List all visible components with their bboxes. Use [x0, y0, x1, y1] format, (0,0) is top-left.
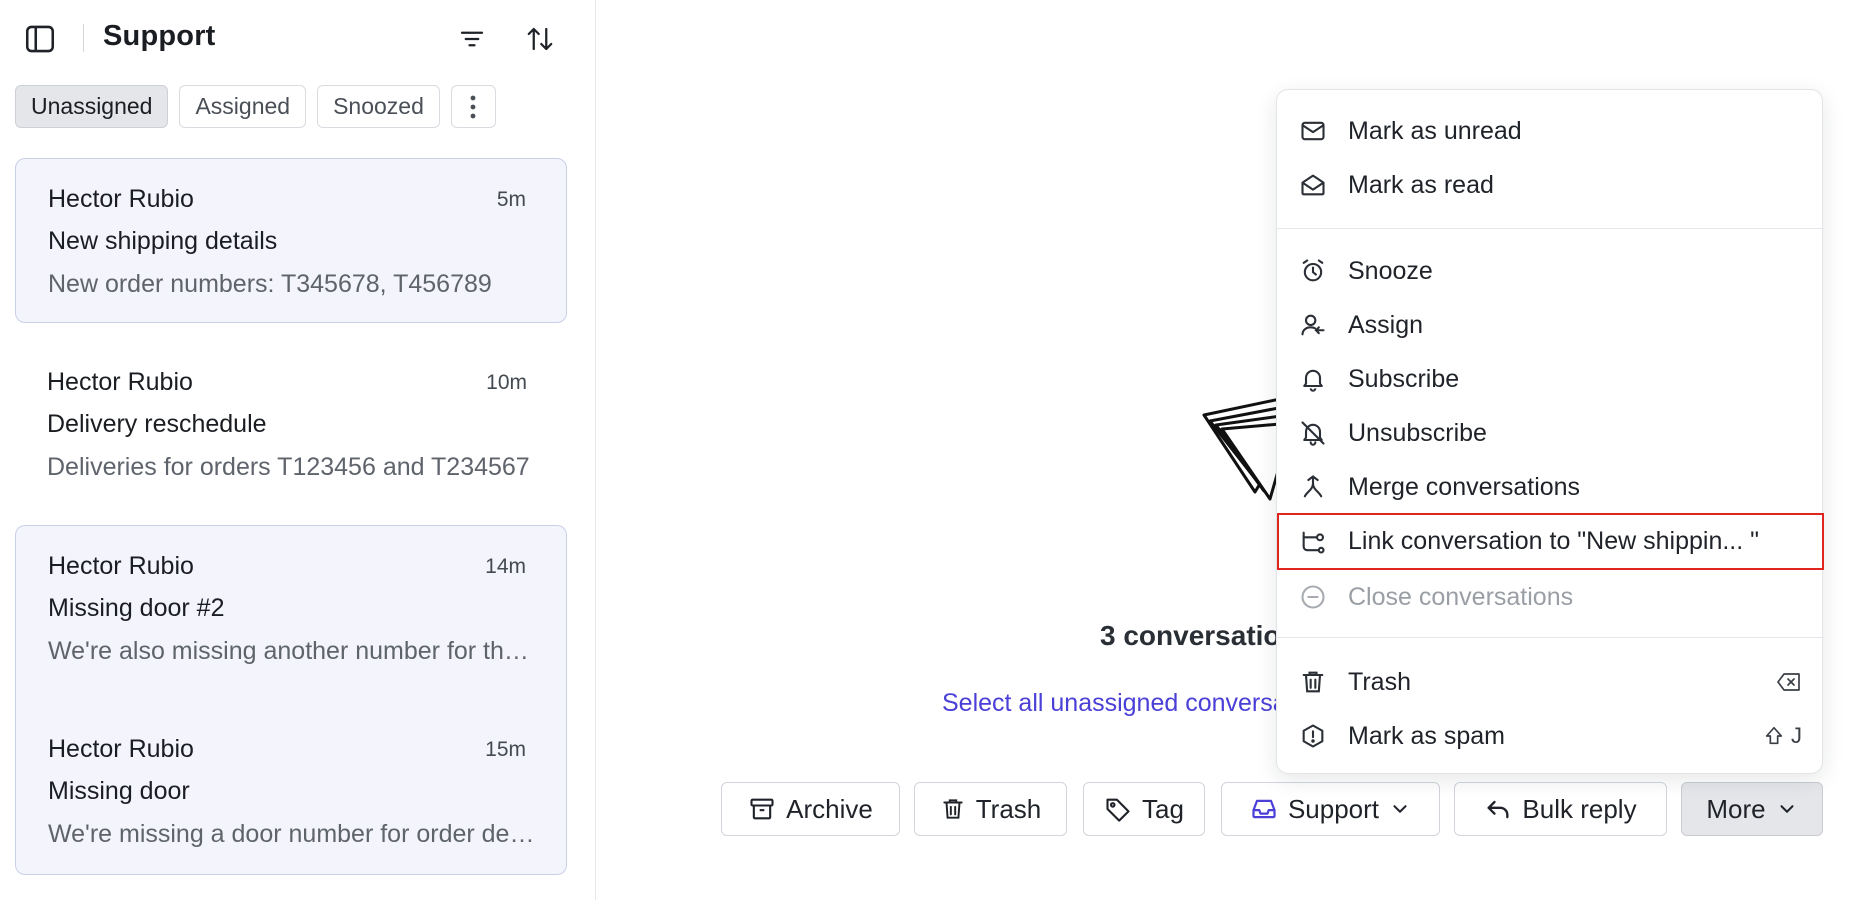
chevron-down-icon [1393, 805, 1407, 814]
menu-item-merge[interactable]: Merge conversations [1277, 460, 1824, 514]
inbox-select-button[interactable]: Support [1221, 782, 1440, 836]
more-label: More [1706, 793, 1766, 824]
filter-button[interactable] [452, 19, 492, 59]
menu-item-unsubscribe[interactable]: Unsubscribe [1277, 406, 1824, 460]
conversation-subject: Delivery reschedule [47, 410, 267, 438]
trash-icon [943, 799, 963, 819]
conversation-customer-name: Hector Rubio [48, 185, 194, 213]
conversation-customer-name: Hector Rubio [48, 735, 194, 763]
status-tabs: Unassigned Assigned Snoozed [15, 85, 496, 128]
shortcut-key: J [1791, 723, 1802, 748]
tabs-more-button[interactable] [450, 85, 496, 128]
menu-item-close-conversations: Close conversations [1277, 570, 1824, 624]
sort-button[interactable] [520, 19, 560, 59]
tag-button[interactable]: Tag [1083, 782, 1205, 836]
more-actions-menu: Mark as unread Mark as read Snooze Assig… [1276, 89, 1824, 774]
menu-item-mark-unread[interactable]: Mark as unread [1277, 104, 1824, 158]
inbox-label: Support [1287, 793, 1380, 824]
tag-icon [1106, 798, 1130, 822]
conversation-subject: Missing door [48, 777, 190, 805]
trash-label: Trash [975, 793, 1042, 824]
header-divider [83, 24, 84, 52]
menu-item-assign[interactable]: Assign [1277, 298, 1824, 352]
conversation-item[interactable]: Hector Rubio 10m Delivery reschedule Del… [15, 342, 567, 507]
shortcut-hint: J [1763, 723, 1802, 749]
bell-off-icon [1299, 419, 1327, 447]
menu-item-snooze[interactable]: Snooze [1277, 244, 1824, 298]
menu-item-label: Assign [1348, 310, 1424, 339]
conversation-time: 10m [486, 370, 527, 394]
menu-item-label: Mark as read [1348, 170, 1494, 199]
menu-item-label: Subscribe [1348, 364, 1460, 393]
envelope-open-icon [1299, 171, 1327, 199]
more-actions-button[interactable]: More [1681, 782, 1823, 836]
alert-octagon-icon [1299, 722, 1327, 750]
menu-item-subscribe[interactable]: Subscribe [1277, 352, 1824, 406]
conversation-customer-name: Hector Rubio [47, 368, 193, 396]
menu-item-mark-read[interactable]: Mark as read [1277, 158, 1824, 212]
reply-arrow-icon [1487, 800, 1509, 819]
conversation-preview: New order numbers: T345678, T456789 [48, 270, 492, 298]
archive-label: Archive [786, 793, 873, 824]
trash-button[interactable]: Trash [914, 782, 1067, 836]
conversation-item[interactable]: Hector Rubio 5m New shipping details New… [15, 158, 567, 323]
menu-divider [1277, 637, 1824, 638]
conversation-item[interactable]: Hector Rubio 14m Missing door #2 We're a… [15, 525, 567, 709]
menu-item-label: Mark as unread [1348, 116, 1522, 145]
archive-button[interactable]: Archive [721, 782, 900, 836]
filter-icon [460, 31, 484, 47]
tab-snoozed[interactable]: Snoozed [317, 85, 440, 128]
sort-arrows-icon [527, 27, 553, 51]
tag-label: Tag [1142, 793, 1184, 824]
conversation-time: 15m [485, 737, 526, 761]
menu-item-mark-spam[interactable]: Mark as spam J [1277, 709, 1824, 763]
sidebar-header: Support [0, 0, 596, 78]
tab-assigned[interactable]: Assigned [179, 85, 307, 128]
menu-item-label: Snooze [1348, 256, 1433, 285]
conversation-time: 14m [485, 554, 526, 578]
menu-item-label: Merge conversations [1348, 472, 1581, 501]
conversation-subject: New shipping details [48, 227, 278, 255]
menu-item-label: Unsubscribe [1348, 418, 1487, 447]
conversation-preview: We're also missing another number for th… [48, 637, 538, 665]
trash-icon [1299, 668, 1327, 696]
shortcut-hint [1776, 671, 1802, 693]
menu-divider [1277, 228, 1824, 229]
sidebar-toggle-button[interactable] [20, 19, 60, 59]
vertical-dots-icon [471, 95, 476, 118]
tab-unassigned[interactable]: Unassigned [15, 85, 169, 128]
conversation-preview: We're missing a door number for order de… [48, 820, 538, 848]
minus-circle-icon [1299, 583, 1327, 611]
conversation-sidebar: Support Unassigned Assigned Snoozed Hect… [0, 0, 596, 900]
backspace-key-icon [1777, 673, 1800, 691]
conversation-item[interactable]: Hector Rubio 15m Missing door We're miss… [15, 709, 567, 875]
menu-item-label: Close conversations [1348, 582, 1574, 611]
bulk-reply-label: Bulk reply [1522, 793, 1637, 824]
menu-item-label: Link conversation to "New shippin... " [1348, 527, 1760, 555]
link-branch-icon [1299, 528, 1327, 556]
menu-item-trash[interactable]: Trash [1277, 655, 1824, 709]
page-title: Support [103, 20, 216, 52]
chevron-down-icon [1780, 805, 1794, 814]
sidebar-panel-icon [25, 25, 55, 53]
conversation-time: 5m [496, 187, 526, 211]
menu-item-label: Trash [1348, 667, 1411, 696]
bulk-reply-button[interactable]: Bulk reply [1454, 782, 1667, 836]
merge-icon [1299, 473, 1327, 501]
user-assign-icon [1299, 311, 1327, 339]
menu-item-link-conversation[interactable]: Link conversation to "New shippin... " [1277, 513, 1824, 570]
conversation-customer-name: Hector Rubio [48, 552, 194, 580]
envelope-icon [1299, 117, 1327, 145]
bell-icon [1299, 365, 1327, 393]
alarm-clock-icon [1299, 257, 1327, 285]
shift-key-icon [1765, 726, 1783, 745]
conversation-subject: Missing door #2 [48, 594, 225, 622]
inbox-icon [1252, 799, 1276, 819]
conversation-preview: Deliveries for orders T123456 and T23456… [47, 453, 530, 481]
menu-item-label: Mark as spam [1348, 721, 1505, 750]
archive-icon [750, 798, 774, 820]
